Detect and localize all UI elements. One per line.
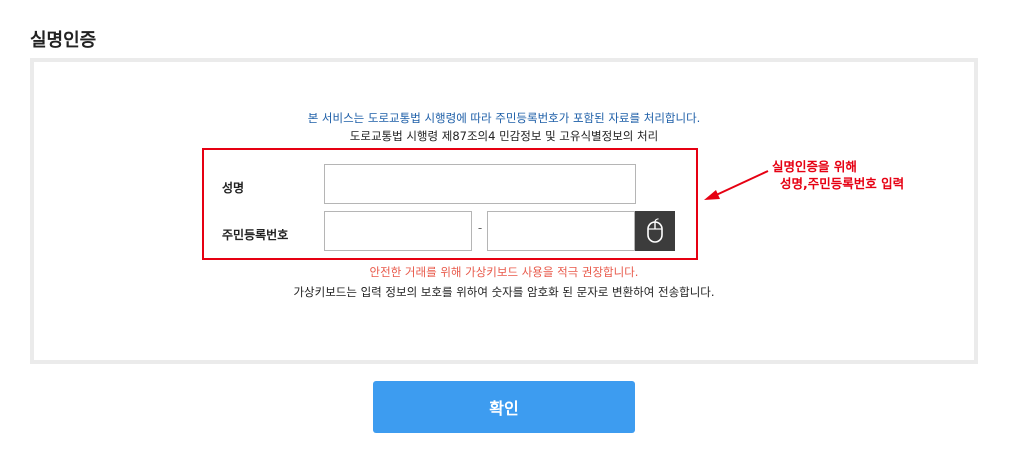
- annotation-line-2: 성명,주민등록번호 입력: [780, 176, 905, 191]
- rrn-label: 주민등록번호: [222, 228, 289, 242]
- name-label: 성명: [222, 181, 245, 195]
- rrn-separator: -: [477, 221, 483, 235]
- highlighted-form-box: 성명 주민등록번호 -: [202, 148, 698, 260]
- rrn-back-input[interactable]: [487, 211, 635, 251]
- name-input[interactable]: [324, 164, 636, 204]
- notice-line-primary: 본 서비스는 도로교통법 시행령에 따라 주민등록번호가 포함된 자료를 처리합…: [307, 111, 701, 125]
- verification-panel: 본 서비스는 도로교통법 시행령에 따라 주민등록번호가 포함된 자료를 처리합…: [30, 58, 978, 364]
- virtual-keyboard-info: 가상키보드는 입력 정보의 보호를 위하여 숫자를 암호화 된 문자로 변환하여…: [293, 285, 715, 299]
- notice-line-secondary: 도로교통법 시행령 제87조의4 민감정보 및 고유식별정보의 처리: [349, 129, 659, 143]
- virtual-keyboard-warning: 안전한 거래를 위해 가상키보드 사용을 적극 권장합니다.: [369, 265, 639, 279]
- annotation-callout: 실명인증을 위해 성명,주민등록번호 입력: [772, 158, 904, 192]
- page-title: 실명인증: [30, 30, 97, 51]
- annotation-line-1: 실명인증을 위해: [772, 159, 857, 174]
- annotation-arrow-icon: [704, 170, 769, 200]
- virtual-keyboard-button[interactable]: [635, 211, 675, 251]
- rrn-front-input[interactable]: [324, 211, 472, 251]
- mouse-icon: [647, 218, 663, 243]
- confirm-button[interactable]: 확인: [373, 381, 635, 433]
